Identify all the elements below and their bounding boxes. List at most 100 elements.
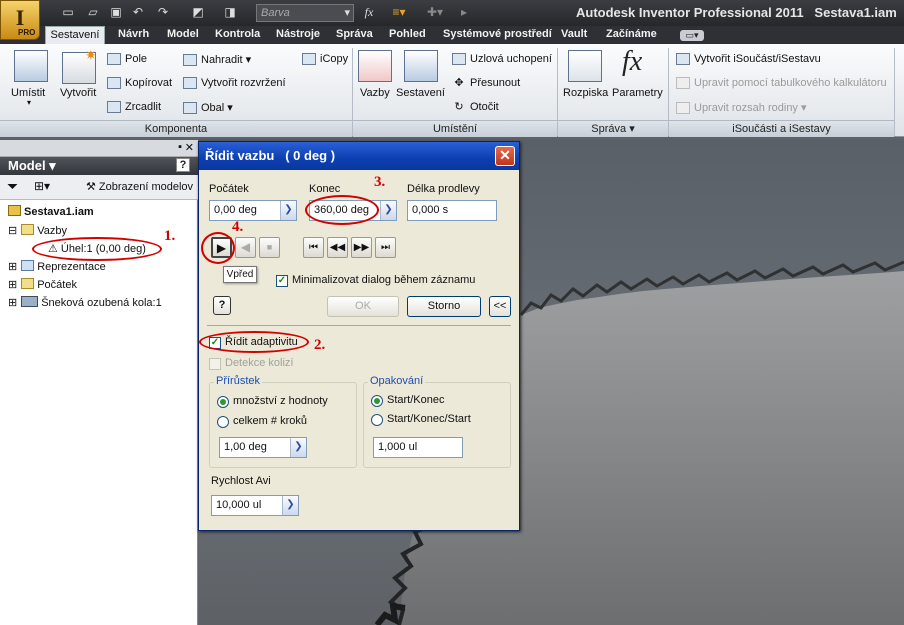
uzlova-uchopeni-button[interactable]: Uzlová uchopení — [452, 53, 552, 66]
move-icon: ✥ — [454, 77, 464, 90]
start-konec-start-radio[interactable] — [371, 414, 383, 426]
tree-snekova-label: Šneková ozubená kola:1 — [41, 297, 162, 309]
help-button[interactable]: ? — [213, 296, 231, 315]
expand-icon: ⊞ — [8, 297, 18, 309]
dock-icon[interactable]: ▪ — [178, 141, 182, 153]
panel-separator — [894, 48, 895, 136]
vytvorit-button[interactable]: Vytvořit — [60, 87, 96, 99]
bill-of-materials-icon[interactable] — [568, 50, 602, 82]
celkem-label: celkem # kroků — [233, 415, 307, 427]
family-scope-icon — [676, 102, 690, 115]
celkem-radio[interactable] — [217, 416, 229, 428]
kopirovat-button[interactable]: Kopírovat — [107, 77, 172, 90]
tab-vault[interactable]: Vault — [561, 26, 587, 44]
start-konec-radio[interactable] — [371, 395, 383, 407]
tab-zaciname[interactable]: Začínáme — [606, 26, 657, 44]
opakovani-field[interactable]: 1,000 ul — [373, 437, 463, 458]
annotation-ellipse — [305, 195, 379, 225]
color-dropdown[interactable]: Barva ▾ — [256, 4, 354, 22]
chevron-right-icon[interactable]: ❯ — [380, 201, 396, 220]
vytvorit-rozvrzeni-button[interactable]: Vytvořit rozvržení — [183, 77, 286, 90]
panel-title-komponenta: Komponenta — [0, 120, 352, 137]
save-icon[interactable]: ▣ — [108, 5, 124, 20]
collapse-icon: ⊟ — [8, 225, 18, 237]
minimalizovat-checkbox[interactable]: ✓ — [276, 275, 288, 287]
tab-sprava[interactable]: Správa — [336, 26, 373, 44]
mnozstvi-radio[interactable] — [217, 396, 229, 408]
tree-item-pocatek[interactable]: ⊞ Počátek — [8, 278, 77, 291]
chevron-right-icon[interactable]: ❯ — [290, 438, 306, 457]
tab-systemove-prostredi[interactable]: Systémové prostředí — [443, 26, 552, 44]
pocatek-field[interactable]: 0,00 deg ❯ — [209, 200, 297, 221]
panel-title-sprava[interactable]: Správa ▾ — [558, 120, 668, 137]
view-mode-button[interactable]: ⚒ Zobrazení modelov — [86, 180, 193, 193]
undo-icon[interactable]: ↶ — [130, 5, 146, 20]
assemble-icon[interactable] — [404, 50, 438, 82]
pin-icon[interactable]: ✕ — [185, 141, 194, 154]
grip-snap-icon — [452, 53, 466, 66]
prirustek-title: Přírůstek — [214, 375, 263, 387]
sestaveni-button[interactable]: Sestavení — [396, 87, 445, 99]
collapse-button[interactable]: << — [489, 296, 511, 317]
go-to-start-button[interactable]: ⏮ — [303, 237, 324, 258]
view-mode-label: Zobrazení modelov — [98, 181, 194, 193]
pole-button[interactable]: Pole — [107, 53, 147, 66]
close-icon[interactable]: ✕ — [495, 146, 515, 166]
expand-icon: ⊞ — [8, 279, 18, 291]
tab-pohled[interactable]: Pohled — [389, 26, 426, 44]
tab-kontrola[interactable]: Kontrola — [215, 26, 260, 44]
go-to-end-button[interactable]: ⏭ — [375, 237, 396, 258]
function-icon[interactable]: fx — [360, 5, 378, 20]
tree-item-reprezentace[interactable]: ⊞ Reprezentace — [8, 260, 106, 273]
annotation-number: 3. — [374, 174, 386, 190]
obal-button[interactable]: Obal ▾ — [183, 101, 233, 115]
tab-model[interactable]: Model — [167, 26, 199, 44]
parameters-fx-icon[interactable]: fx — [622, 46, 642, 78]
tree-item-vazby[interactable]: ⊟ Vazby — [8, 224, 67, 237]
chevron-right-icon[interactable]: ❯ — [282, 496, 298, 515]
prirustek-field[interactable]: 1,00 deg ❯ — [219, 437, 307, 458]
vytvorit-isoucast-button[interactable]: Vytvořit iSoučást/iSestavu — [676, 53, 821, 66]
rychlost-field[interactable]: 10,000 ul ❯ — [211, 495, 299, 516]
tree-item-snekova[interactable]: ⊞ Šneková ozubená kola:1 — [8, 296, 162, 309]
step-forward-button[interactable]: ▶▶ — [351, 237, 372, 258]
chevron-right-icon[interactable]: ❯ — [280, 201, 296, 220]
constraint-icon[interactable] — [358, 50, 392, 82]
delka-field[interactable]: 0,000 s — [407, 200, 497, 221]
browser-header[interactable]: Model ▾? — [0, 157, 198, 175]
step-back-button[interactable]: ◀◀ — [327, 237, 348, 258]
vazby-button[interactable]: Vazby — [360, 87, 390, 99]
presunout-label: Přesunout — [470, 77, 521, 89]
hierarchy-icon[interactable]: ⊞▾ — [34, 179, 50, 193]
dialog-title-bar[interactable]: Řídit vazbu ( 0 deg ) — [199, 142, 519, 170]
open-folder-icon[interactable]: ▱ — [85, 5, 101, 20]
parametry-button[interactable]: Parametry — [612, 87, 663, 99]
nahradit-button[interactable]: Nahradit ▾ — [183, 53, 251, 67]
color-field-value: Barva — [261, 7, 290, 19]
ribbon-minimize-icon[interactable]: ▭▾ — [680, 30, 704, 41]
filter-icon[interactable]: ⏷ — [7, 178, 18, 195]
delka-value: 0,000 s — [412, 204, 449, 216]
redo-icon[interactable]: ↷ — [155, 5, 171, 20]
rozpiska-button[interactable]: Rozpiska — [563, 87, 608, 99]
select-icon[interactable]: ◩ — [190, 5, 206, 20]
storno-button[interactable]: Storno — [407, 296, 481, 317]
tab-navrh[interactable]: Návrh — [118, 26, 149, 44]
help-icon[interactable]: ? — [176, 158, 190, 172]
otocit-button[interactable]: ↻ Otočit — [452, 101, 498, 113]
layout-icon — [183, 77, 197, 90]
tab-sestaveni[interactable]: Sestavení — [45, 26, 105, 45]
zrcadlit-button[interactable]: Zrcadlit — [107, 101, 161, 114]
new-file-icon[interactable]: ▭ — [60, 5, 76, 20]
line-weight-icon[interactable]: ≡▾ — [385, 5, 413, 20]
place-component-icon[interactable] — [14, 50, 48, 82]
presunout-button[interactable]: ✥ Přesunout — [452, 77, 520, 89]
pocatek-label: Počátek — [209, 183, 249, 195]
tree-root[interactable]: Sestava1.iam — [8, 205, 94, 218]
icopy-button[interactable]: iCopy — [302, 53, 348, 66]
upravit-rozsah-label: Upravit rozsah rodiny — [694, 102, 798, 114]
update-icon[interactable]: ◨ — [222, 5, 238, 20]
browser-strip: ✕ ▪ — [0, 140, 198, 157]
tab-nastroje[interactable]: Nástroje — [276, 26, 320, 44]
application-menu-button[interactable]: I PRO — [0, 0, 40, 40]
